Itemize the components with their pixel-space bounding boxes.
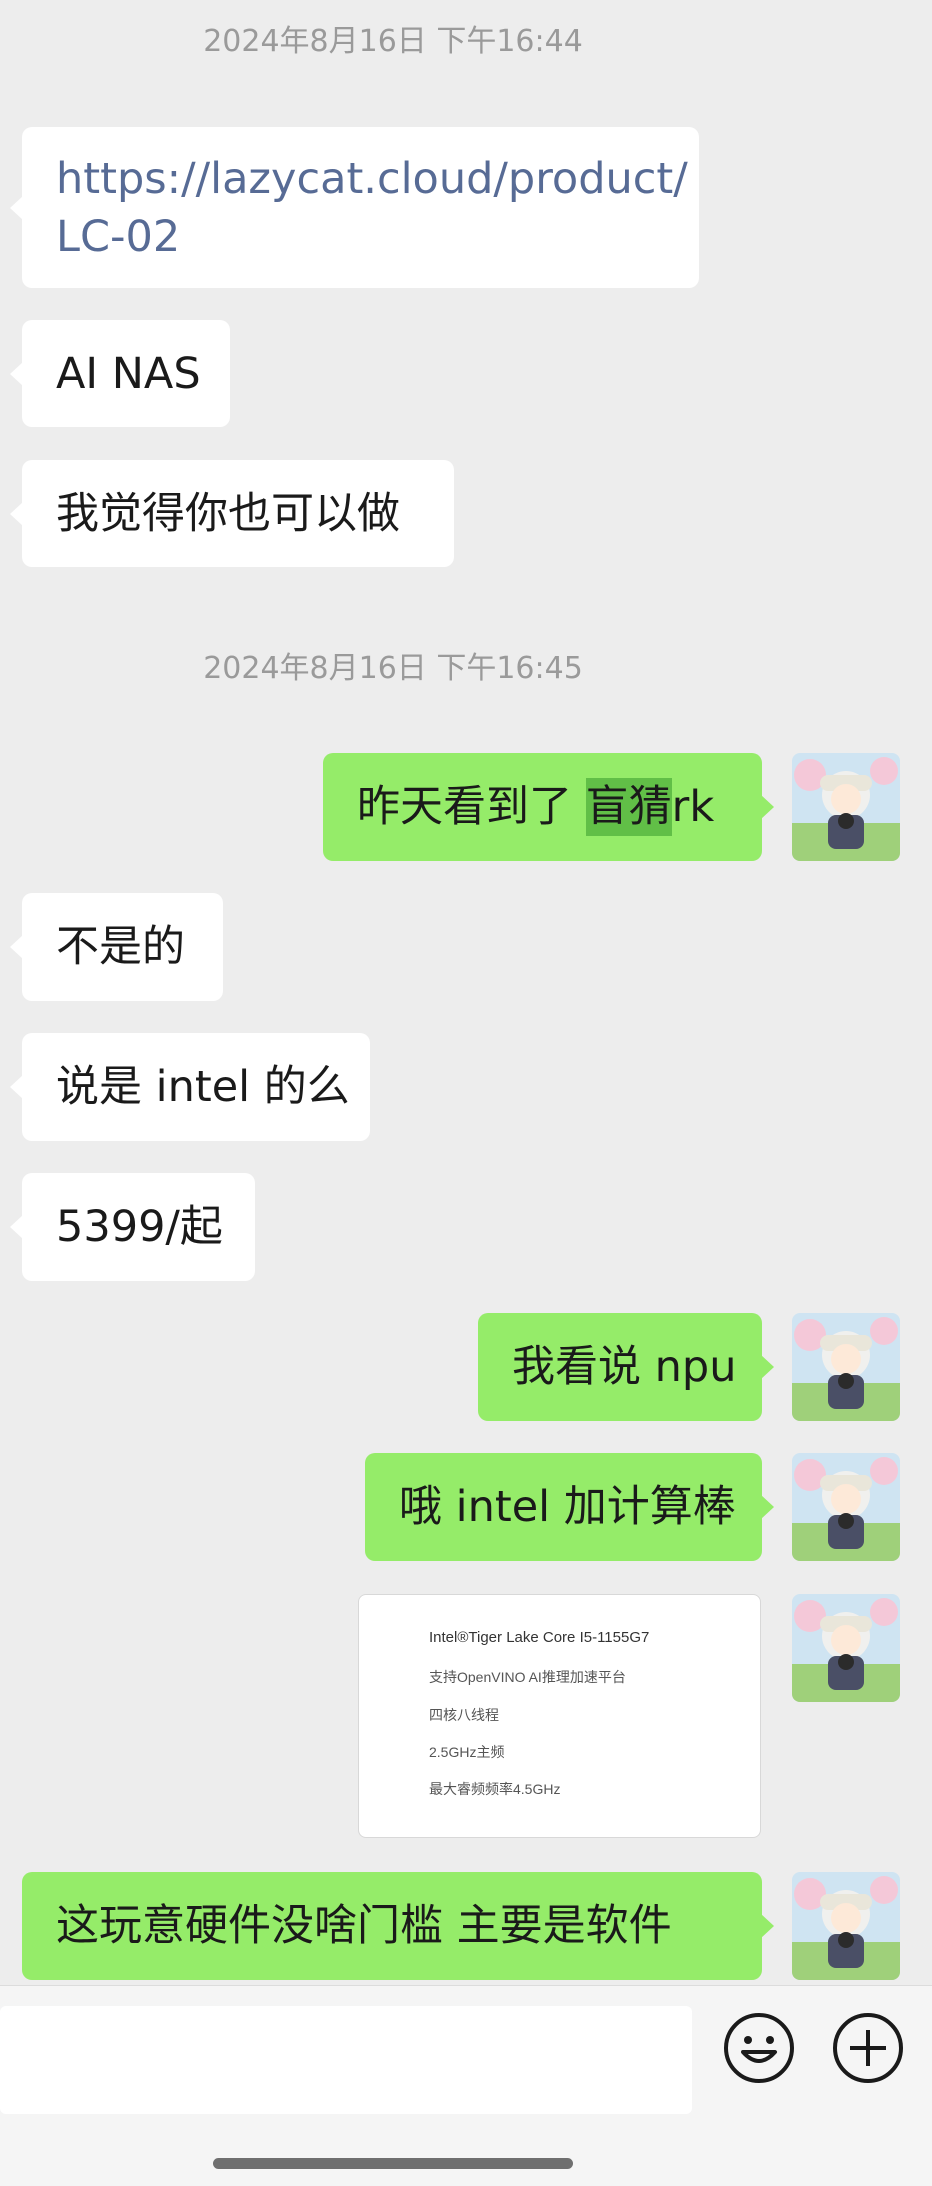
- avatar[interactable]: [792, 753, 900, 861]
- avatar-image: [792, 1453, 900, 1561]
- message-bubble-received[interactable]: 我觉得你也可以做: [10, 460, 454, 567]
- avatar[interactable]: [792, 1313, 900, 1421]
- message-text: AI NAS: [56, 348, 201, 399]
- avatar-image: [792, 753, 900, 861]
- message-text: 这玩意硬件没啥门槛 主要是软件: [56, 1901, 672, 1951]
- link-text[interactable]: LC-02: [56, 208, 180, 266]
- avatar[interactable]: [792, 1872, 900, 1980]
- spec-line: 2.5GHz主频: [429, 1744, 505, 1760]
- home-indicator[interactable]: [213, 2158, 573, 2169]
- message-bubble-received[interactable]: 说是 intel 的么: [10, 1033, 370, 1141]
- message-bubble-received[interactable]: 不是的: [10, 893, 223, 1001]
- message-text: 哦 intel 加计算棒: [399, 1482, 736, 1532]
- spec-line: 最大睿频频率4.5GHz: [429, 1781, 561, 1797]
- message-text: 昨天看到了: [357, 782, 586, 832]
- message-input[interactable]: [0, 2006, 692, 2114]
- message-bubble-link[interactable]: https://lazycat.cloud/product/ LC-02: [10, 127, 699, 288]
- avatar-image: [792, 1313, 900, 1421]
- link-text[interactable]: https://lazycat.cloud/product/: [56, 150, 688, 208]
- highlighted-text: 盲猜: [585, 778, 672, 836]
- spec-line: Intel®Tiger Lake Core I5-1155G7: [429, 1629, 650, 1646]
- spec-line: 四核八线程: [429, 1707, 499, 1723]
- input-bar: [0, 1985, 932, 2186]
- avatar[interactable]: [792, 1594, 900, 1702]
- message-bubble-received[interactable]: 5399/起: [10, 1173, 255, 1281]
- avatar[interactable]: [792, 1453, 900, 1561]
- message-text: 5399/起: [56, 1202, 223, 1252]
- message-text: 说是 intel 的么: [56, 1062, 350, 1112]
- message-bubble-sent[interactable]: 昨天看到了 盲猜 rk: [323, 753, 774, 861]
- message-bubble-sent[interactable]: 我看说 npu: [478, 1313, 774, 1421]
- timestamp: 2024年8月16日 下午16:44: [203, 24, 583, 59]
- avatar-image: [792, 1872, 900, 1980]
- message-text: 不是的: [56, 922, 185, 972]
- avatar-image: [792, 1594, 900, 1702]
- spec-line: 支持OpenVINO AI推理加速平台: [429, 1669, 626, 1685]
- plus-icon[interactable]: [832, 2012, 904, 2084]
- message-bubble-sent[interactable]: 哦 intel 加计算棒: [365, 1453, 774, 1561]
- emoji-icon[interactable]: [723, 2012, 795, 2084]
- timestamp: 2024年8月16日 下午16:45: [203, 651, 583, 686]
- message-text: 我觉得你也可以做: [56, 488, 400, 539]
- message-text: 我看说 npu: [512, 1342, 737, 1392]
- message-bubble-received[interactable]: AI NAS: [10, 320, 230, 427]
- message-bubble-sent[interactable]: 这玩意硬件没啥门槛 主要是软件: [22, 1872, 774, 1980]
- image-message[interactable]: Intel®Tiger Lake Core I5-1155G7 支持OpenVI…: [358, 1594, 761, 1838]
- message-text: rk: [671, 782, 715, 832]
